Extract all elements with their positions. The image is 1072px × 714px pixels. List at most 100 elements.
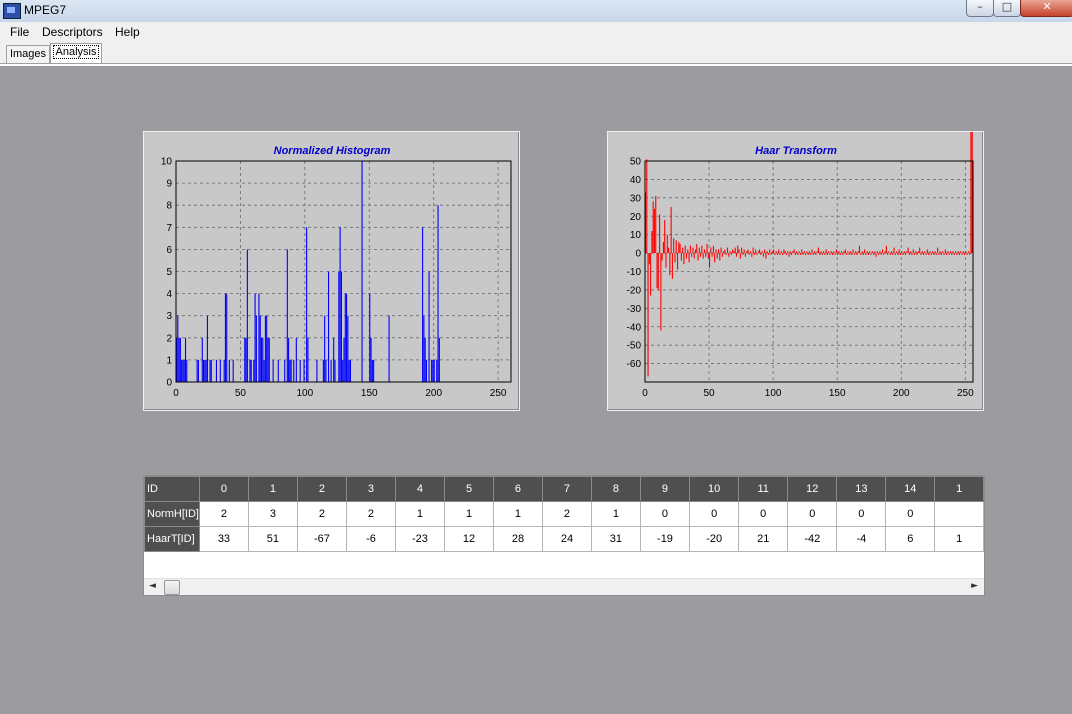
haar-ytick-label: 40 xyxy=(630,175,642,186)
grid-cell[interactable]: -23 xyxy=(394,526,446,552)
grid-cell[interactable]: 0 xyxy=(639,501,691,527)
grid-corner-header: ID xyxy=(144,476,200,502)
grid-column-header[interactable]: 13 xyxy=(836,476,887,502)
histogram-ytick-label: 6 xyxy=(166,245,172,256)
histogram-ytick-label: 9 xyxy=(166,179,172,190)
grid-column-header[interactable]: 2 xyxy=(296,476,348,502)
grid-cell[interactable]: -67 xyxy=(296,526,348,552)
haar-ytick-label: 20 xyxy=(630,212,642,223)
grid-column-header[interactable]: 12 xyxy=(787,476,838,502)
menu-descriptors[interactable]: Descriptors xyxy=(42,25,103,39)
grid-cell[interactable]: 2 xyxy=(296,501,348,527)
histogram-ytick-label: 2 xyxy=(166,333,172,344)
haar-ytick-label: -20 xyxy=(627,285,642,296)
haar-xtick-label: 200 xyxy=(893,388,910,399)
scroll-thumb[interactable] xyxy=(164,580,180,595)
grid-column-header[interactable]: 4 xyxy=(394,476,446,502)
grid-row-header[interactable]: HaarT[ID] xyxy=(144,526,200,552)
grid-cell[interactable]: -20 xyxy=(689,526,740,552)
scroll-right-arrow[interactable]: ► xyxy=(971,581,978,591)
grid-cell[interactable]: -42 xyxy=(787,526,838,552)
histogram-ytick-label: 7 xyxy=(166,223,172,234)
title-bar: MPEG7 – □ ✕ xyxy=(0,0,1072,22)
grid-row-header[interactable]: NormH[ID] xyxy=(144,501,200,527)
window-title: MPEG7 xyxy=(24,3,67,17)
haar-title: Haar Transform xyxy=(755,145,837,157)
grid-cell[interactable]: 33 xyxy=(198,526,249,552)
menu-bar: File Descriptors Help xyxy=(0,22,1072,43)
grid-cell[interactable]: 1 xyxy=(493,501,543,527)
grid-cell[interactable]: 0 xyxy=(689,501,740,527)
haar-ytick-label: 10 xyxy=(630,230,642,241)
grid-column-header[interactable]: 9 xyxy=(639,476,691,502)
maximize-button[interactable]: □ xyxy=(993,0,1021,17)
histogram-ytick-label: 0 xyxy=(166,378,172,389)
grid-cell[interactable]: 0 xyxy=(738,501,789,527)
grid-cell[interactable]: 24 xyxy=(541,526,592,552)
histogram-xtick-label: 250 xyxy=(490,388,507,399)
haar-ytick-label: 0 xyxy=(635,249,641,260)
grid-cell[interactable]: 1 xyxy=(444,501,494,527)
grid-cell[interactable]: 51 xyxy=(247,526,298,552)
haar-ytick-label: -50 xyxy=(627,341,642,352)
histogram-ytick-label: 10 xyxy=(161,157,173,168)
histogram-xtick-label: 0 xyxy=(173,388,179,399)
histogram-xtick-label: 150 xyxy=(361,388,378,399)
grid-cell[interactable]: 3 xyxy=(247,501,298,527)
grid-cell[interactable]: 1 xyxy=(590,501,641,527)
grid-cell[interactable]: 28 xyxy=(493,526,543,552)
histogram-ytick-label: 1 xyxy=(166,355,172,366)
grid-cell[interactable]: 6 xyxy=(885,526,936,552)
grid-column-header[interactable]: 11 xyxy=(738,476,789,502)
haar-xtick-label: 150 xyxy=(829,388,846,399)
histogram-xtick-label: 100 xyxy=(297,388,314,399)
close-button[interactable]: ✕ xyxy=(1020,0,1072,17)
grid-cell[interactable]: 1 xyxy=(934,526,984,552)
tab-strip: Images Analysis xyxy=(0,42,1072,64)
grid-row: NormH[ID] 2 3 2 2 1 1 1 2 1 0 0 0 0 0 0 xyxy=(144,501,984,527)
data-grid[interactable]: ID 0 1 2 3 4 5 6 7 8 9 10 11 12 13 14 1 NormH[ID] 2 3 2 2 1 1 1… xyxy=(143,475,985,596)
grid-cell[interactable]: -19 xyxy=(639,526,691,552)
grid-column-header[interactable]: 1 xyxy=(934,476,984,502)
grid-cell[interactable]: -6 xyxy=(346,526,396,552)
grid-cell[interactable]: 31 xyxy=(590,526,641,552)
grid-cell[interactable]: 12 xyxy=(444,526,494,552)
tab-images-label: Images xyxy=(9,48,47,60)
haar-ytick-label: -60 xyxy=(627,359,642,370)
grid-cell[interactable]: 0 xyxy=(836,501,887,527)
grid-column-header[interactable]: 8 xyxy=(590,476,641,502)
histogram-ytick-label: 4 xyxy=(166,289,172,300)
histogram-ytick-label: 5 xyxy=(166,267,172,278)
grid-column-header[interactable]: 14 xyxy=(885,476,936,502)
grid-cell[interactable]: 0 xyxy=(787,501,838,527)
tab-analysis[interactable]: Analysis xyxy=(50,43,102,64)
menu-file[interactable]: File xyxy=(10,25,29,39)
horizontal-scrollbar[interactable]: ◄ ► xyxy=(144,578,984,595)
grid-column-header[interactable]: 7 xyxy=(541,476,592,502)
grid-column-header[interactable]: 6 xyxy=(493,476,543,502)
data-grid-table: ID 0 1 2 3 4 5 6 7 8 9 10 11 12 13 14 1 NormH[ID] 2 3 2 2 1 1 1… xyxy=(144,476,984,552)
grid-cell[interactable]: -4 xyxy=(836,526,887,552)
grid-cell[interactable]: 0 xyxy=(885,501,936,527)
histogram-xtick-label: 200 xyxy=(425,388,442,399)
grid-cell[interactable]: 2 xyxy=(541,501,592,527)
minimize-button[interactable]: – xyxy=(966,0,994,17)
tab-images[interactable]: Images xyxy=(6,45,50,63)
grid-column-header[interactable]: 10 xyxy=(689,476,740,502)
menu-help[interactable]: Help xyxy=(115,25,140,39)
grid-cell[interactable] xyxy=(934,501,984,527)
haar-xtick-label: 250 xyxy=(957,388,974,399)
histogram-title: Normalized Histogram xyxy=(274,145,391,157)
grid-column-header[interactable]: 0 xyxy=(198,476,249,502)
grid-column-header[interactable]: 1 xyxy=(247,476,298,502)
histogram-ytick-label: 3 xyxy=(166,311,172,322)
grid-column-header[interactable]: 3 xyxy=(346,476,396,502)
haar-chart-svg: Haar Transform 0 50 100 150 200 250 504030201… xyxy=(627,132,974,399)
grid-cell[interactable]: 2 xyxy=(346,501,396,527)
haar-xtick-label: 50 xyxy=(704,388,716,399)
grid-cell[interactable]: 2 xyxy=(198,501,249,527)
scroll-left-arrow[interactable]: ◄ xyxy=(149,581,156,591)
grid-cell[interactable]: 1 xyxy=(394,501,446,527)
grid-column-header[interactable]: 5 xyxy=(444,476,494,502)
grid-cell[interactable]: 21 xyxy=(738,526,789,552)
